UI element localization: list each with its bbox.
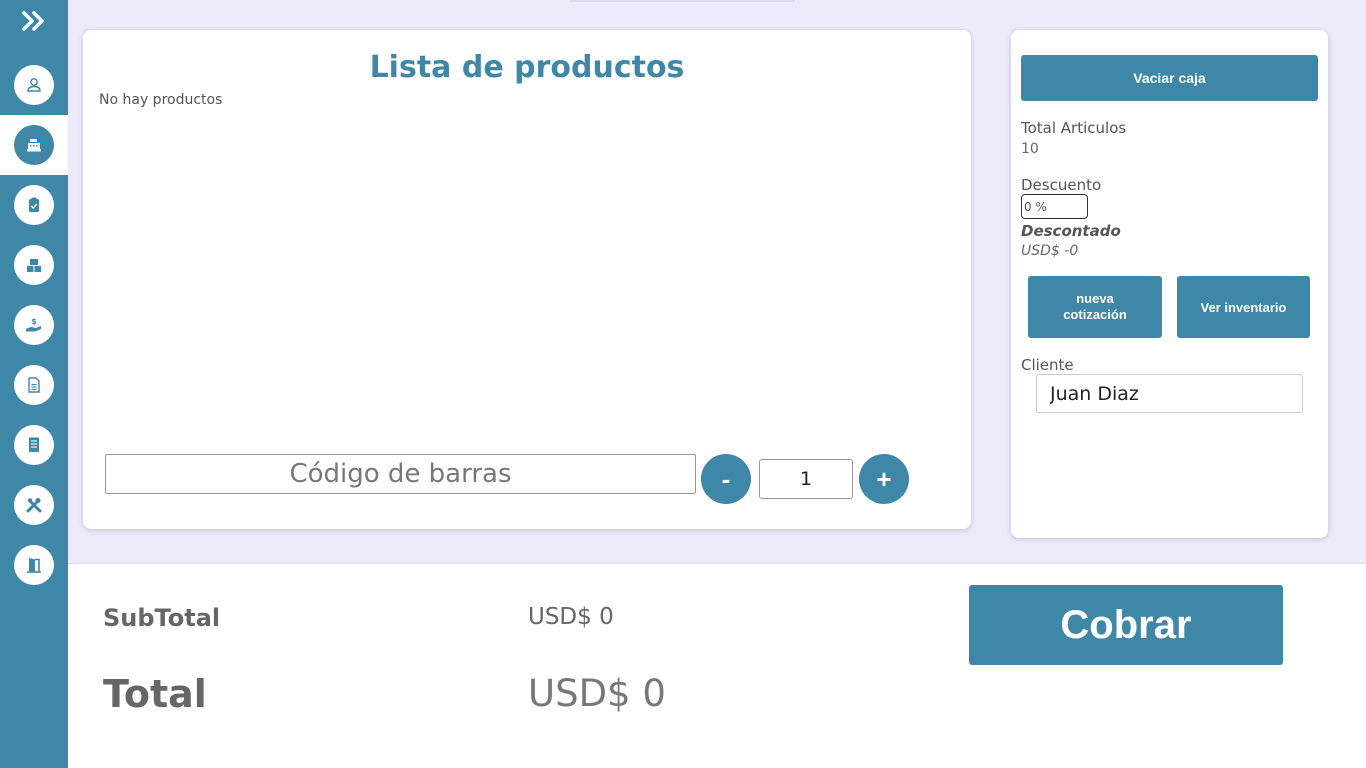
expand-sidebar-icon[interactable] [0,0,68,42]
boxes-icon [14,245,54,285]
increase-quantity-button[interactable]: + [859,454,909,504]
summary-panel: Vaciar caja Total Articulos 10 Descuento… [1011,30,1328,538]
products-panel: Lista de productos No hay productos - + [83,30,971,529]
sidebar: $ [0,0,68,768]
quantity-input[interactable] [759,459,853,499]
sidebar-item-tasks[interactable] [0,175,68,235]
subtotal-label: SubTotal [103,604,221,632]
discounted-value: USD$ -0 [1021,243,1079,259]
charge-button[interactable]: Cobrar [969,585,1283,665]
view-inventory-button[interactable]: Ver inventario [1177,276,1310,338]
sidebar-item-users[interactable] [0,55,68,115]
receipt-icon [14,425,54,465]
empty-cart-button[interactable]: Vaciar caja [1021,55,1318,101]
barcode-input[interactable] [105,454,696,494]
sidebar-item-receipts[interactable] [0,415,68,475]
empty-products-message: No hay productos [99,92,223,108]
sidebar-item-payments[interactable]: $ [0,295,68,355]
clipboard-check-icon [14,185,54,225]
svg-text:$: $ [31,317,37,326]
cash-register-icon [14,125,54,165]
sidebar-item-settings[interactable] [0,475,68,535]
sidebar-item-pos[interactable] [0,115,68,175]
document-icon [14,365,54,405]
decrease-quantity-button[interactable]: - [701,454,751,504]
hand-dollar-icon: $ [14,305,54,345]
client-label: Cliente [1021,356,1074,374]
total-items-value: 10 [1021,141,1039,157]
total-label: Total [103,672,207,716]
new-quote-label: nueva cotización [1063,291,1127,322]
total-value: USD$ 0 [528,672,666,715]
discount-label: Descuento [1021,176,1102,194]
top-divider [570,0,795,2]
client-field[interactable] [1036,374,1303,413]
user-icon [14,65,54,105]
sidebar-item-inventory[interactable] [0,235,68,295]
sidebar-item-logout[interactable] [0,535,68,595]
new-quote-button[interactable]: nueva cotización [1028,276,1162,338]
subtotal-value: USD$ 0 [528,604,614,630]
exit-door-icon [14,545,54,585]
totals-bar: SubTotal USD$ 0 Total USD$ 0 Cobrar [68,563,1366,768]
discounted-label: Descontado [1021,222,1121,240]
total-items-label: Total Articulos [1021,119,1127,137]
sidebar-item-documents[interactable] [0,355,68,415]
discount-input[interactable] [1021,194,1088,219]
tools-icon [14,485,54,525]
page-title: Lista de productos [369,50,685,85]
